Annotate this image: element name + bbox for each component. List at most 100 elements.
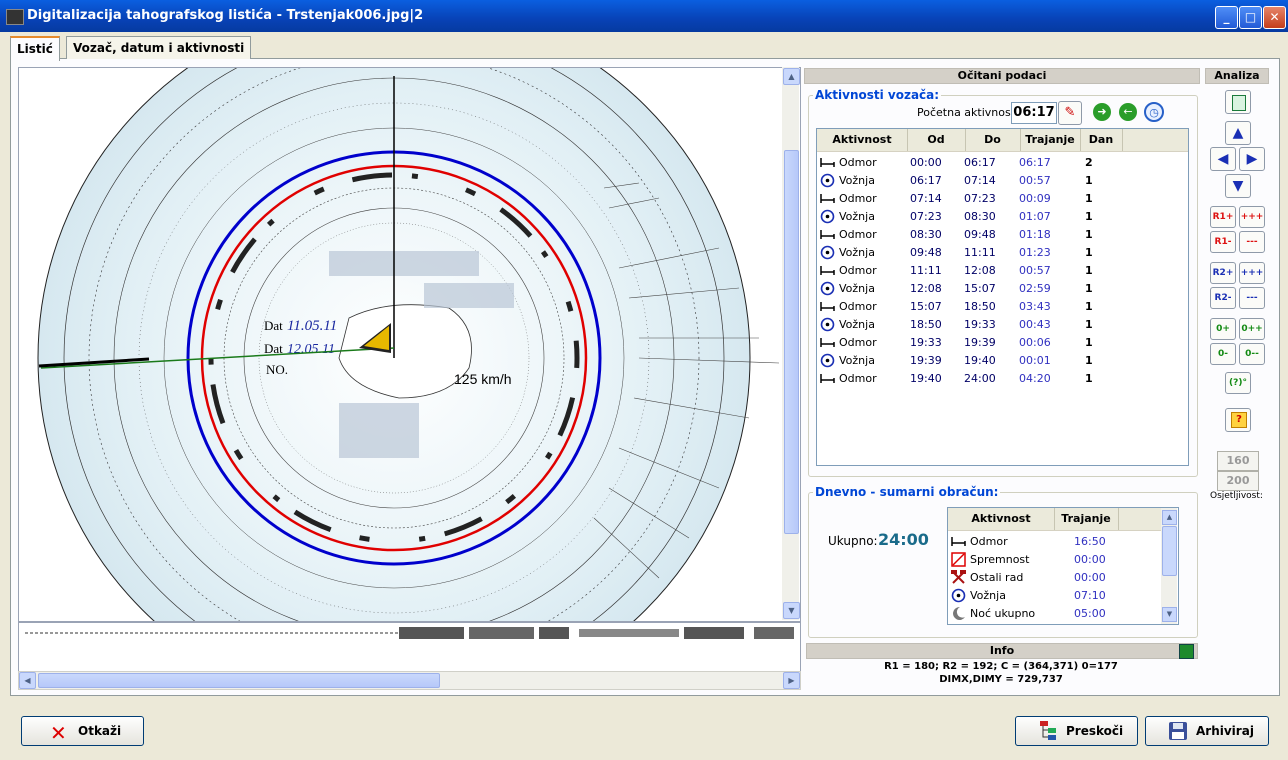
steering-wheel-icon [820, 317, 835, 332]
table-row[interactable]: Odmor 19:33 19:39 00:06 1 [817, 334, 1188, 352]
summary-row[interactable]: Odmor 16:50 [948, 533, 1161, 551]
table-row[interactable]: Vožnja 18:50 19:33 00:43 1 [817, 316, 1188, 334]
summary-scroll-thumb[interactable] [1162, 526, 1177, 576]
help-button[interactable]: ? [1225, 408, 1251, 432]
move-down-arrow-icon[interactable]: ▼ [1225, 174, 1251, 198]
table-row[interactable]: Vožnja 09:48 11:11 01:23 1 [817, 244, 1188, 262]
activities-table-header: Aktivnost Od Do Trajanje Dan [817, 129, 1188, 152]
r2-plusplus-button[interactable]: +++ [1239, 262, 1265, 284]
close-button[interactable]: ✕ [1263, 6, 1286, 29]
scroll-left-icon[interactable]: ◀ [19, 672, 36, 689]
r1-minusminus-button[interactable]: --- [1239, 231, 1265, 253]
table-row[interactable]: Vožnja 12:08 15:07 02:59 1 [817, 280, 1188, 298]
row-trajanje: 00:09 [1019, 192, 1051, 205]
tab-listic[interactable]: Listić [10, 36, 60, 61]
col-dan[interactable]: Dan [1080, 129, 1123, 151]
table-row[interactable]: Odmor 07:14 07:23 00:09 1 [817, 190, 1188, 208]
summary-table-body: Odmor 16:50 Spremnost 00:00 Ostali rad 00:00 V… [948, 533, 1161, 624]
report-list-icon[interactable] [1225, 90, 1251, 114]
minimize-button[interactable]: _ [1215, 6, 1238, 29]
save-disk-icon[interactable] [1179, 644, 1194, 659]
r1-minus-button[interactable]: R1- [1210, 231, 1236, 253]
app-icon [6, 9, 24, 25]
image-vertical-scroll-thumb[interactable] [784, 150, 799, 534]
summary-row[interactable]: Spremnost 00:00 [948, 551, 1161, 569]
r2-minus-button[interactable]: R2- [1210, 287, 1236, 309]
angle-button[interactable]: (?)° [1225, 372, 1251, 394]
o-plusplus-button[interactable]: 0++ [1239, 318, 1265, 340]
tab-vozac-datum-aktivnosti[interactable]: Vozač, datum i aktivnosti [66, 36, 252, 59]
activities-table[interactable]: Aktivnost Od Do Trajanje Dan Odmor 00:00 0… [816, 128, 1189, 466]
col-do[interactable]: Do [965, 129, 1021, 151]
col-aktivnost[interactable]: Aktivnost [817, 129, 908, 151]
move-up-arrow-icon[interactable]: ▲ [1225, 121, 1251, 145]
row-trajanje: 03:43 [1019, 300, 1051, 313]
summary-table[interactable]: Aktivnost Trajanje Odmor 16:50 Spremnost 00… [947, 507, 1179, 625]
r2-minusminus-button[interactable]: --- [1239, 287, 1265, 309]
cancel-button[interactable]: ✕ Otkaži [21, 716, 144, 746]
row-od: 07:14 [910, 192, 942, 205]
next-arrow-icon[interactable]: ➜ [1093, 103, 1111, 121]
scroll-down-icon[interactable]: ▼ [783, 602, 800, 619]
start-activity-input[interactable]: 06:17 [1011, 102, 1057, 124]
activities-title: Aktivnosti vozača: [813, 88, 942, 102]
steering-wheel-icon [820, 209, 835, 224]
summary-row[interactable]: Ostali rad 00:00 [948, 569, 1161, 587]
table-row[interactable]: Vožnja 07:23 08:30 01:07 1 [817, 208, 1188, 226]
total-value: 24:00 [878, 530, 929, 549]
row-trajanje: 01:23 [1019, 246, 1051, 259]
col-od[interactable]: Od [907, 129, 966, 151]
bed-icon [820, 263, 835, 278]
row-activity: Vožnja [839, 354, 875, 367]
row-trajanje: 02:59 [1019, 282, 1051, 295]
move-left-arrow-icon[interactable]: ◀ [1210, 147, 1236, 171]
row-trajanje: 00:06 [1019, 336, 1051, 349]
row-activity: Odmor [839, 156, 877, 169]
summary-col-trajanje[interactable]: Trajanje [1054, 508, 1119, 530]
o-minusminus-button[interactable]: 0-- [1239, 343, 1265, 365]
o-minus-button[interactable]: 0- [1210, 343, 1236, 365]
summary-row[interactable]: Vožnja 07:10 [948, 587, 1161, 605]
info-line-1: R1 = 180; R2 = 192; C = (364,371) 0=177 [884, 661, 1118, 672]
move-right-arrow-icon[interactable]: ▶ [1239, 147, 1265, 171]
stopwatch-icon[interactable]: ◷ [1144, 102, 1164, 122]
row-dan: 2 [1085, 156, 1093, 169]
table-row[interactable]: Odmor 19:40 24:00 04:20 1 [817, 370, 1188, 388]
skip-button[interactable]: Preskoči [1015, 716, 1138, 746]
bed-icon [820, 155, 835, 170]
summary-scroll-up-icon[interactable]: ▲ [1162, 510, 1177, 525]
previous-arrow-icon[interactable]: ← [1119, 103, 1137, 121]
table-row[interactable]: Odmor 08:30 09:48 01:18 1 [817, 226, 1188, 244]
help-icon: ? [1231, 412, 1247, 428]
sensitivity-200[interactable]: 200 [1217, 471, 1259, 491]
image-horizontal-scroll-thumb[interactable] [38, 673, 440, 688]
row-od: 09:48 [910, 246, 942, 259]
skip-tree-icon [1038, 719, 1058, 741]
edit-pencil-icon[interactable]: ✎ [1058, 101, 1082, 125]
summary-scroll-down-icon[interactable]: ▼ [1162, 607, 1177, 622]
col-trajanje[interactable]: Trajanje [1020, 129, 1081, 151]
summary-row-activity: Vožnja [970, 589, 1006, 602]
table-row[interactable]: Odmor 15:07 18:50 03:43 1 [817, 298, 1188, 316]
r1-plusplus-button[interactable]: +++ [1239, 206, 1265, 228]
scroll-right-icon[interactable]: ▶ [783, 672, 800, 689]
tachograph-image-view[interactable]: Dat 11.05.11 Dat 12.05.11 NO. 125 km/h [18, 67, 801, 622]
r1-plus-button[interactable]: R1+ [1210, 206, 1236, 228]
summary-row[interactable]: Noć ukupno 05:00 [948, 605, 1161, 623]
table-row[interactable]: Odmor 11:11 12:08 00:57 1 [817, 262, 1188, 280]
r2-plus-button[interactable]: R2+ [1210, 262, 1236, 284]
archive-button[interactable]: Arhiviraj [1145, 716, 1269, 746]
archive-button-label: Arhiviraj [1196, 724, 1254, 738]
table-row[interactable]: Odmor 00:00 06:17 06:17 2 [817, 154, 1188, 172]
maximize-button[interactable]: □ [1239, 6, 1262, 29]
scroll-up-icon[interactable]: ▲ [783, 68, 800, 85]
table-row[interactable]: Vožnja 19:39 19:40 00:01 1 [817, 352, 1188, 370]
table-row[interactable]: Vožnja 06:17 07:14 00:57 1 [817, 172, 1188, 190]
o-plus-button[interactable]: 0+ [1210, 318, 1236, 340]
bed-icon [951, 534, 966, 549]
window-title: Digitalizacija tahografskog listića - Tr… [27, 8, 424, 23]
row-od: 07:23 [910, 210, 942, 223]
row-activity: Vožnja [839, 210, 875, 223]
sensitivity-160[interactable]: 160 [1217, 451, 1259, 471]
summary-col-aktivnost[interactable]: Aktivnost [948, 508, 1055, 530]
